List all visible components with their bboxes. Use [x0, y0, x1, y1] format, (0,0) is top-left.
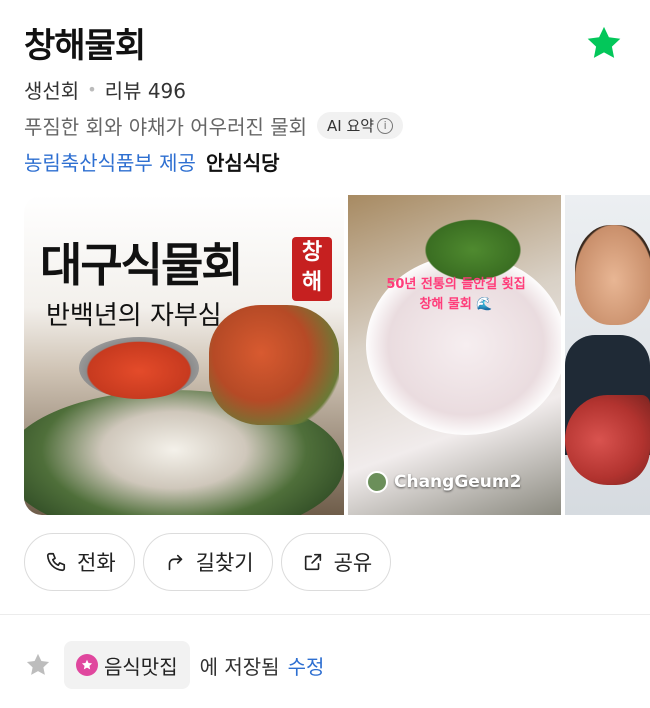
ai-summary-chip[interactable]: AI 요약 i — [317, 112, 404, 139]
place-description-row: 푸짐한 회와 야채가 어우러진 물회 AI 요약 i — [24, 111, 404, 140]
save-star-icon[interactable] — [24, 651, 52, 679]
list-star-icon — [76, 654, 98, 676]
photo-author: ChangGeum2 — [394, 472, 522, 492]
place-description: 푸짐한 회와 야채가 어우러진 물회 — [24, 115, 308, 139]
gallery-photo-2[interactable]: 50년 전통의 들안길 횟집 창해 물회 🌊 ChangGeum2 — [348, 195, 561, 515]
author-avatar — [366, 471, 388, 493]
action-buttons: 전화 길찾기 공유 — [24, 533, 392, 591]
favorite-star-icon[interactable] — [584, 24, 624, 62]
photo-title: 대구식물회 — [40, 238, 244, 292]
photo-caption: 50년 전통의 들안길 횟집 창해 물회 🌊 — [366, 275, 546, 315]
info-icon: i — [377, 117, 394, 134]
call-label: 전화 — [77, 551, 116, 575]
saved-list-chip[interactable]: 음식맛집 — [64, 641, 190, 689]
review-label: 리뷰 — [104, 79, 142, 103]
place-meta: 생선회 • 리뷰 496 — [24, 75, 186, 104]
directions-button[interactable]: 길찾기 — [142, 533, 273, 591]
photo-gallery[interactable]: 대구식물회 창해 반백년의 자부심 50년 전통의 들안길 횟집 창해 물회 🌊… — [24, 195, 650, 515]
photo-badge: 창해 — [292, 237, 332, 301]
directions-label: 길찾기 — [195, 551, 254, 575]
photo-caption-line1: 50년 전통의 들안길 횟집 — [386, 277, 526, 292]
provider-brand: 안심식당 — [205, 151, 280, 175]
section-divider — [0, 614, 650, 615]
share-button[interactable]: 공유 — [280, 533, 392, 591]
photo-caption-line2: 창해 물회 🌊 — [419, 297, 493, 312]
saved-suffix: 에 저장됨 — [199, 654, 280, 679]
review-count: 496 — [147, 79, 186, 103]
saved-row: 음식맛집 에 저장됨 수정 — [24, 641, 324, 689]
call-button[interactable]: 전화 — [24, 533, 135, 591]
provider-link[interactable]: 농림축산식품부 제공 — [24, 147, 196, 176]
photo-author-tag: ChangGeum2 — [366, 471, 521, 493]
photo-subtitle: 반백년의 자부심 — [46, 301, 222, 331]
gallery-photo-1[interactable]: 대구식물회 창해 반백년의 자부심 — [24, 195, 344, 515]
gallery-photo-3[interactable] — [565, 195, 650, 515]
category-label: 생선회 — [24, 79, 80, 103]
ladle-image — [79, 337, 199, 399]
saved-list-name: 음식맛집 — [104, 654, 178, 679]
fish-image — [565, 395, 650, 485]
vegetable-image — [209, 305, 339, 425]
chef-face-image — [575, 225, 650, 325]
share-icon — [304, 553, 321, 571]
edit-link[interactable]: 수정 — [288, 651, 325, 680]
directions-icon — [168, 554, 182, 571]
ai-summary-label: AI 요약 — [327, 117, 375, 135]
phone-icon — [46, 552, 66, 572]
place-title: 창해물회 — [24, 26, 146, 66]
share-label: 공유 — [333, 551, 373, 575]
provider-row: 농림축산식품부 제공 안심식당 — [24, 147, 280, 176]
review-link[interactable]: 리뷰 496 — [105, 75, 186, 104]
separator-dot: • — [87, 80, 97, 99]
